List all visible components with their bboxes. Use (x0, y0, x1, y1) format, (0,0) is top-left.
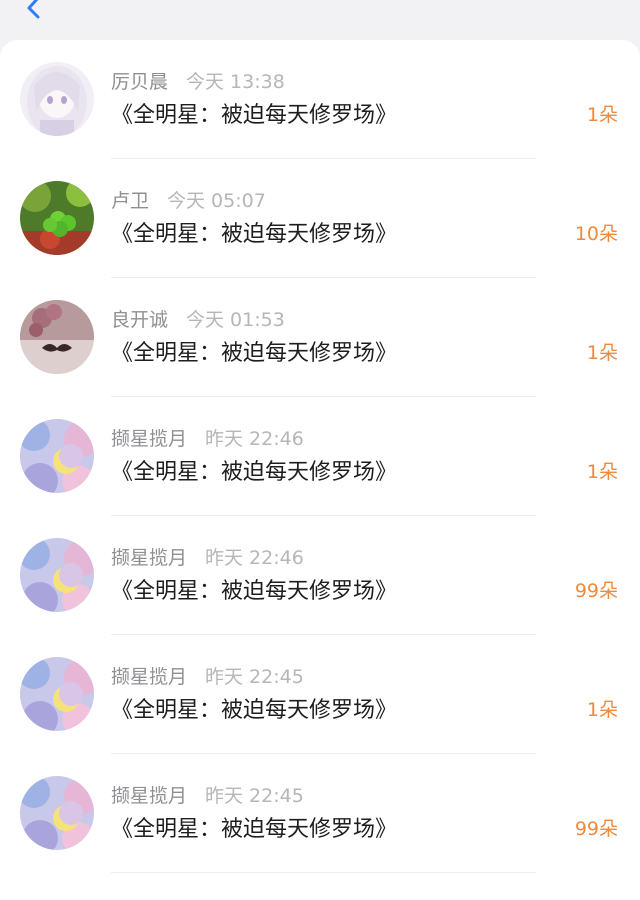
back-button[interactable] (20, 0, 50, 24)
user-avatar[interactable] (20, 62, 94, 136)
sender-name-text: 撷星揽月 (111, 428, 188, 450)
flower-amount: 99朵 (574, 580, 618, 602)
sender-name: 撷星揽月 昨天 22:45 (111, 662, 304, 689)
sender-name: 卢卫 今天 05:07 (111, 186, 266, 213)
book-title: 《全明星：被迫每天修罗场》 (111, 817, 398, 842)
user-avatar[interactable] (20, 538, 94, 612)
book-title: 《全明星：被迫每天修罗场》 (111, 341, 398, 366)
sender-name-text: 厉贝晨 (111, 71, 169, 93)
flower-amount: 1朵 (586, 461, 618, 483)
list-item[interactable]: 撷星揽月 昨天 22:46 《全明星：被迫每天修罗场》 1朵 (0, 397, 640, 516)
timestamp: 今天 13:38 (186, 71, 285, 93)
user-avatar[interactable] (20, 300, 94, 374)
flower-amount: 1朵 (586, 342, 618, 364)
flower-amount: 10朵 (574, 223, 618, 245)
timestamp: 昨天 22:46 (205, 547, 304, 569)
gift-record-list: 厉贝晨 今天 13:38 《全明星：被迫每天修罗场》 1朵 卢卫 今天 05:07 … (0, 40, 640, 900)
moon-avatar (20, 538, 94, 612)
book-title: 《全明星：被迫每天修罗场》 (111, 103, 398, 128)
timestamp: 昨天 22:45 (205, 666, 304, 688)
sender-name-text: 卢卫 (111, 190, 150, 212)
list-item[interactable]: 卢卫 今天 05:07 《全明星：被迫每天修罗场》 10朵 (0, 159, 640, 278)
flower-amount: 1朵 (586, 104, 618, 126)
sender-name-text: 撷星揽月 (111, 547, 188, 569)
sender-name-text: 良开诚 (111, 309, 169, 331)
book-title: 《全明星：被迫每天修罗场》 (111, 579, 398, 604)
sender-name: 撷星揽月 昨天 22:46 (111, 424, 304, 451)
user-avatar[interactable] (20, 776, 94, 850)
sender-name: 良开诚 今天 01:53 (111, 305, 285, 332)
list-item[interactable]: 厉贝晨 今天 13:38 《全明星：被迫每天修罗场》 1朵 (0, 40, 640, 159)
clover-avatar (20, 181, 94, 255)
book-title: 《全明星：被迫每天修罗场》 (111, 460, 398, 485)
sender-name: 撷星揽月 昨天 22:45 (111, 781, 304, 808)
sender-name: 厉贝晨 今天 13:38 (111, 67, 285, 94)
list-item[interactable]: 撷星揽月 昨天 22:46 《全明星：被迫每天修罗场》 99朵 (0, 516, 640, 635)
user-avatar[interactable] (20, 657, 94, 731)
timestamp: 昨天 22:45 (205, 785, 304, 807)
moon-avatar (20, 657, 94, 731)
user-avatar[interactable] (20, 181, 94, 255)
user-avatar[interactable] (20, 419, 94, 493)
divider (111, 872, 536, 873)
timestamp: 今天 01:53 (186, 309, 285, 331)
book-title: 《全明星：被迫每天修罗场》 (111, 698, 398, 723)
timestamp: 今天 05:07 (167, 190, 266, 212)
back-chevron-icon (27, 0, 40, 19)
timestamp: 昨天 22:46 (205, 428, 304, 450)
sender-name-text: 撷星揽月 (111, 785, 188, 807)
mustache-avatar (20, 300, 94, 374)
moon-avatar (20, 419, 94, 493)
flower-amount: 1朵 (586, 699, 618, 721)
list-item[interactable]: 良开诚 今天 01:53 《全明星：被迫每天修罗场》 1朵 (0, 278, 640, 397)
flower-amount: 99朵 (574, 818, 618, 840)
list-item[interactable]: 撷星揽月 昨天 22:45 《全明星：被迫每天修罗场》 99朵 (0, 754, 640, 873)
moon-avatar (20, 776, 94, 850)
list-item[interactable]: 撷星揽月 昨天 22:45 《全明星：被迫每天修罗场》 1朵 (0, 635, 640, 754)
sender-name-text: 撷星揽月 (111, 666, 188, 688)
anime-girl-avatar (20, 62, 94, 136)
sender-name: 撷星揽月 昨天 22:46 (111, 543, 304, 570)
book-title: 《全明星：被迫每天修罗场》 (111, 222, 398, 247)
top-bar (0, 0, 640, 40)
